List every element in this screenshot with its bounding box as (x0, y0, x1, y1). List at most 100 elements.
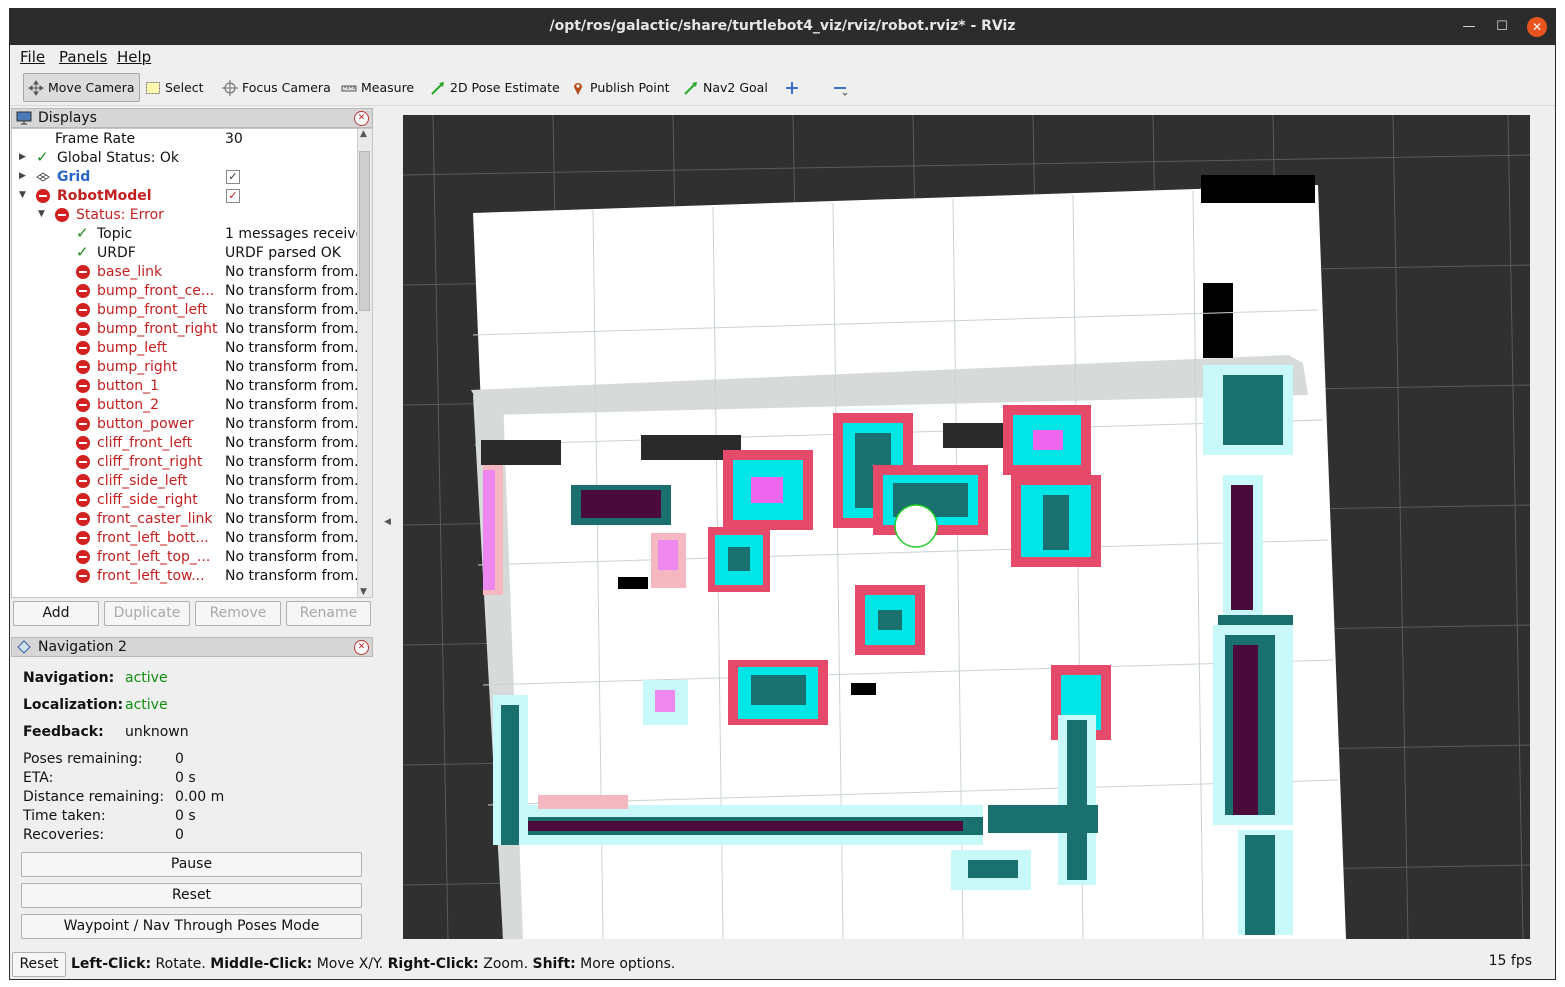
distance-remaining-value: 0.00 m (175, 789, 225, 805)
navigation-panel-header: Navigation 2 ✕ (11, 637, 373, 657)
add-button[interactable]: Add (13, 601, 99, 626)
displays-scrollbar[interactable]: ▲ ▼ (357, 129, 372, 597)
tree-row[interactable]: front_left_tow... No transform from... (12, 567, 357, 586)
tree-row-name: Grid (57, 169, 91, 185)
close-icon[interactable]: ✕ (1527, 17, 1547, 37)
tree-row[interactable]: ▶ Grid ✓ (12, 168, 357, 187)
maximize-icon[interactable]: ☐ (1492, 17, 1512, 37)
tree-row[interactable]: ✓ URDF URDF parsed OK (12, 243, 357, 263)
tree-row[interactable]: bump_left No transform from... (12, 339, 357, 358)
error-icon (36, 189, 50, 203)
select-icon (145, 80, 161, 96)
tree-row-name: bump_front_ce... (97, 283, 215, 299)
tree-row-name: button_power (97, 416, 194, 432)
monitor-icon (16, 111, 32, 129)
middle-click-key: Middle-Click: (210, 956, 313, 972)
error-icon (76, 512, 90, 526)
error-icon (55, 208, 69, 222)
remove-button[interactable]: Remove (195, 601, 281, 626)
splitter-collapse-icon[interactable]: ◀ (384, 517, 391, 527)
tree-row[interactable]: bump_front_ce... No transform from... (12, 282, 357, 301)
shift-text: More options. (575, 956, 676, 972)
tree-row-value: No transform from... (225, 340, 357, 356)
scroll-up-icon[interactable]: ▲ (360, 129, 367, 139)
tree-row[interactable]: ▼ Status: Error (12, 206, 357, 225)
status-help-text: Left-Click: Rotate. Middle-Click: Move X… (71, 956, 675, 972)
distance-remaining-label: Distance remaining: (23, 789, 165, 805)
tree-row[interactable]: cliff_side_right No transform from... (12, 491, 357, 510)
tree-row[interactable]: Frame Rate 30 (12, 130, 357, 149)
tree-row-value: No transform from... (225, 302, 357, 318)
robotmodel-enabled-checkbox[interactable]: ✓ (226, 189, 240, 203)
pause-button[interactable]: Pause (21, 852, 362, 877)
tree-row[interactable]: bump_front_left No transform from... (12, 301, 357, 320)
displays-tree[interactable]: Frame Rate 30 ▶ ✓ Global Status: Ok ▶ Gr… (11, 128, 373, 598)
tree-row[interactable]: ✓ Topic 1 messages received (12, 224, 357, 244)
tree-row-name: Status: Error (76, 207, 164, 223)
move-camera-icon (28, 79, 44, 96)
measure-tool[interactable]: Measure (337, 73, 418, 102)
render-viewport[interactable] (403, 115, 1530, 939)
error-icon (76, 322, 90, 336)
tree-row-value: 1 messages received (225, 226, 357, 242)
error-icon (76, 284, 90, 298)
reset-nav-button[interactable]: Reset (21, 883, 362, 908)
duplicate-button[interactable]: Duplicate (104, 601, 190, 626)
tree-row[interactable]: cliff_front_right No transform from... (12, 453, 357, 472)
measure-label: Measure (361, 80, 415, 95)
menu-panels[interactable]: Panels (59, 48, 107, 66)
move-camera-label: Move Camera (48, 80, 135, 95)
collapse-arrow-icon[interactable]: ▼ (19, 190, 26, 200)
tree-row-value: No transform from... (225, 435, 357, 451)
displays-close-icon[interactable]: ✕ (354, 111, 369, 126)
nav2-goal-tool[interactable]: Nav2 Goal (679, 73, 772, 102)
menu-help[interactable]: Help (117, 48, 151, 66)
scroll-thumb[interactable] (359, 151, 370, 311)
focus-camera-icon (222, 79, 238, 96)
pose-estimate-tool[interactable]: 2D Pose Estimate (426, 73, 564, 102)
tree-row[interactable]: front_left_top_... No transform from... (12, 548, 357, 567)
tree-row[interactable]: front_left_bott... No transform from... (12, 529, 357, 548)
window-title: /opt/ros/galactic/share/turtlebot4_viz/r… (549, 18, 1016, 34)
tree-row[interactable]: cliff_front_left No transform from... (12, 434, 357, 453)
expand-arrow-icon[interactable]: ▶ (19, 171, 26, 181)
minimize-icon[interactable]: — (1459, 17, 1479, 37)
reset-view-button[interactable]: Reset (12, 952, 66, 977)
map-pin-icon (570, 80, 586, 96)
tree-row-value[interactable]: 30 (225, 131, 357, 147)
tree-row-name: button_2 (97, 397, 160, 413)
tree-row[interactable]: button_power No transform from... (12, 415, 357, 434)
tree-row-name: front_caster_link (97, 511, 213, 527)
grid-enabled-checkbox[interactable]: ✓ (226, 170, 240, 184)
tree-row[interactable]: bump_right No transform from... (12, 358, 357, 377)
tree-row-value: No transform from... (225, 530, 357, 546)
status-bar: Reset Left-Click: Rotate. Middle-Click: … (10, 951, 1555, 979)
collapse-arrow-icon[interactable]: ▼ (38, 209, 45, 219)
tree-row[interactable]: cliff_side_left No transform from... (12, 472, 357, 491)
move-camera-tool[interactable]: Move Camera (23, 73, 140, 102)
focus-camera-tool[interactable]: Focus Camera (218, 73, 335, 102)
rename-button[interactable]: Rename (286, 601, 371, 626)
tree-row[interactable]: front_caster_link No transform from... (12, 510, 357, 529)
tree-row[interactable]: base_link No transform from... (12, 263, 357, 282)
select-tool[interactable]: Select (141, 73, 208, 102)
add-tool-button[interactable] (780, 73, 804, 102)
tree-row[interactable]: ▶ ✓ Global Status: Ok (12, 148, 357, 168)
scroll-down-icon[interactable]: ▼ (360, 587, 367, 597)
remove-tool-button[interactable] (828, 73, 852, 102)
map-view[interactable] (403, 115, 1530, 939)
grid-icon (36, 170, 50, 188)
expand-arrow-icon[interactable]: ▶ (19, 152, 26, 162)
menu-file[interactable]: File (20, 48, 45, 66)
publish-point-tool[interactable]: Publish Point (566, 73, 674, 102)
tree-row[interactable]: button_2 No transform from... (12, 396, 357, 415)
tree-row[interactable]: ▼ RobotModel ✓ (12, 187, 357, 206)
right-click-text: Zoom. (478, 956, 533, 972)
navigation-close-icon[interactable]: ✕ (354, 640, 369, 655)
tree-row[interactable]: bump_front_right No transform from... (12, 320, 357, 339)
tree-row-name: cliff_front_left (97, 435, 193, 451)
waypoint-mode-button[interactable]: Waypoint / Nav Through Poses Mode (21, 914, 362, 939)
feedback-label: Feedback: (23, 724, 104, 740)
pose-estimate-arrow-icon (430, 80, 446, 96)
tree-row[interactable]: button_1 No transform from... (12, 377, 357, 396)
